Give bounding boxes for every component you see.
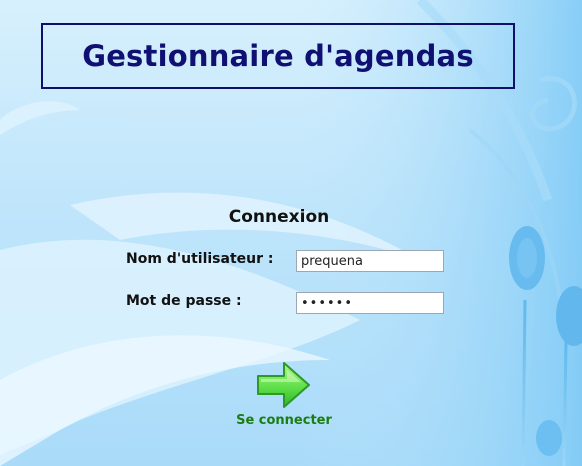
app-title: Gestionnaire d'agendas [82, 39, 474, 73]
connect-label[interactable]: Se connecter [230, 413, 338, 428]
app-title-box: Gestionnaire d'agendas [41, 23, 515, 89]
password-input[interactable] [296, 292, 444, 314]
username-label: Nom d'utilisateur : [126, 251, 274, 267]
password-label: Mot de passe : [126, 293, 242, 309]
username-input[interactable] [296, 250, 444, 272]
login-heading: Connexion [228, 207, 330, 227]
connect-button[interactable]: Se connecter [230, 360, 338, 428]
green-arrow-right-icon[interactable] [256, 360, 312, 410]
